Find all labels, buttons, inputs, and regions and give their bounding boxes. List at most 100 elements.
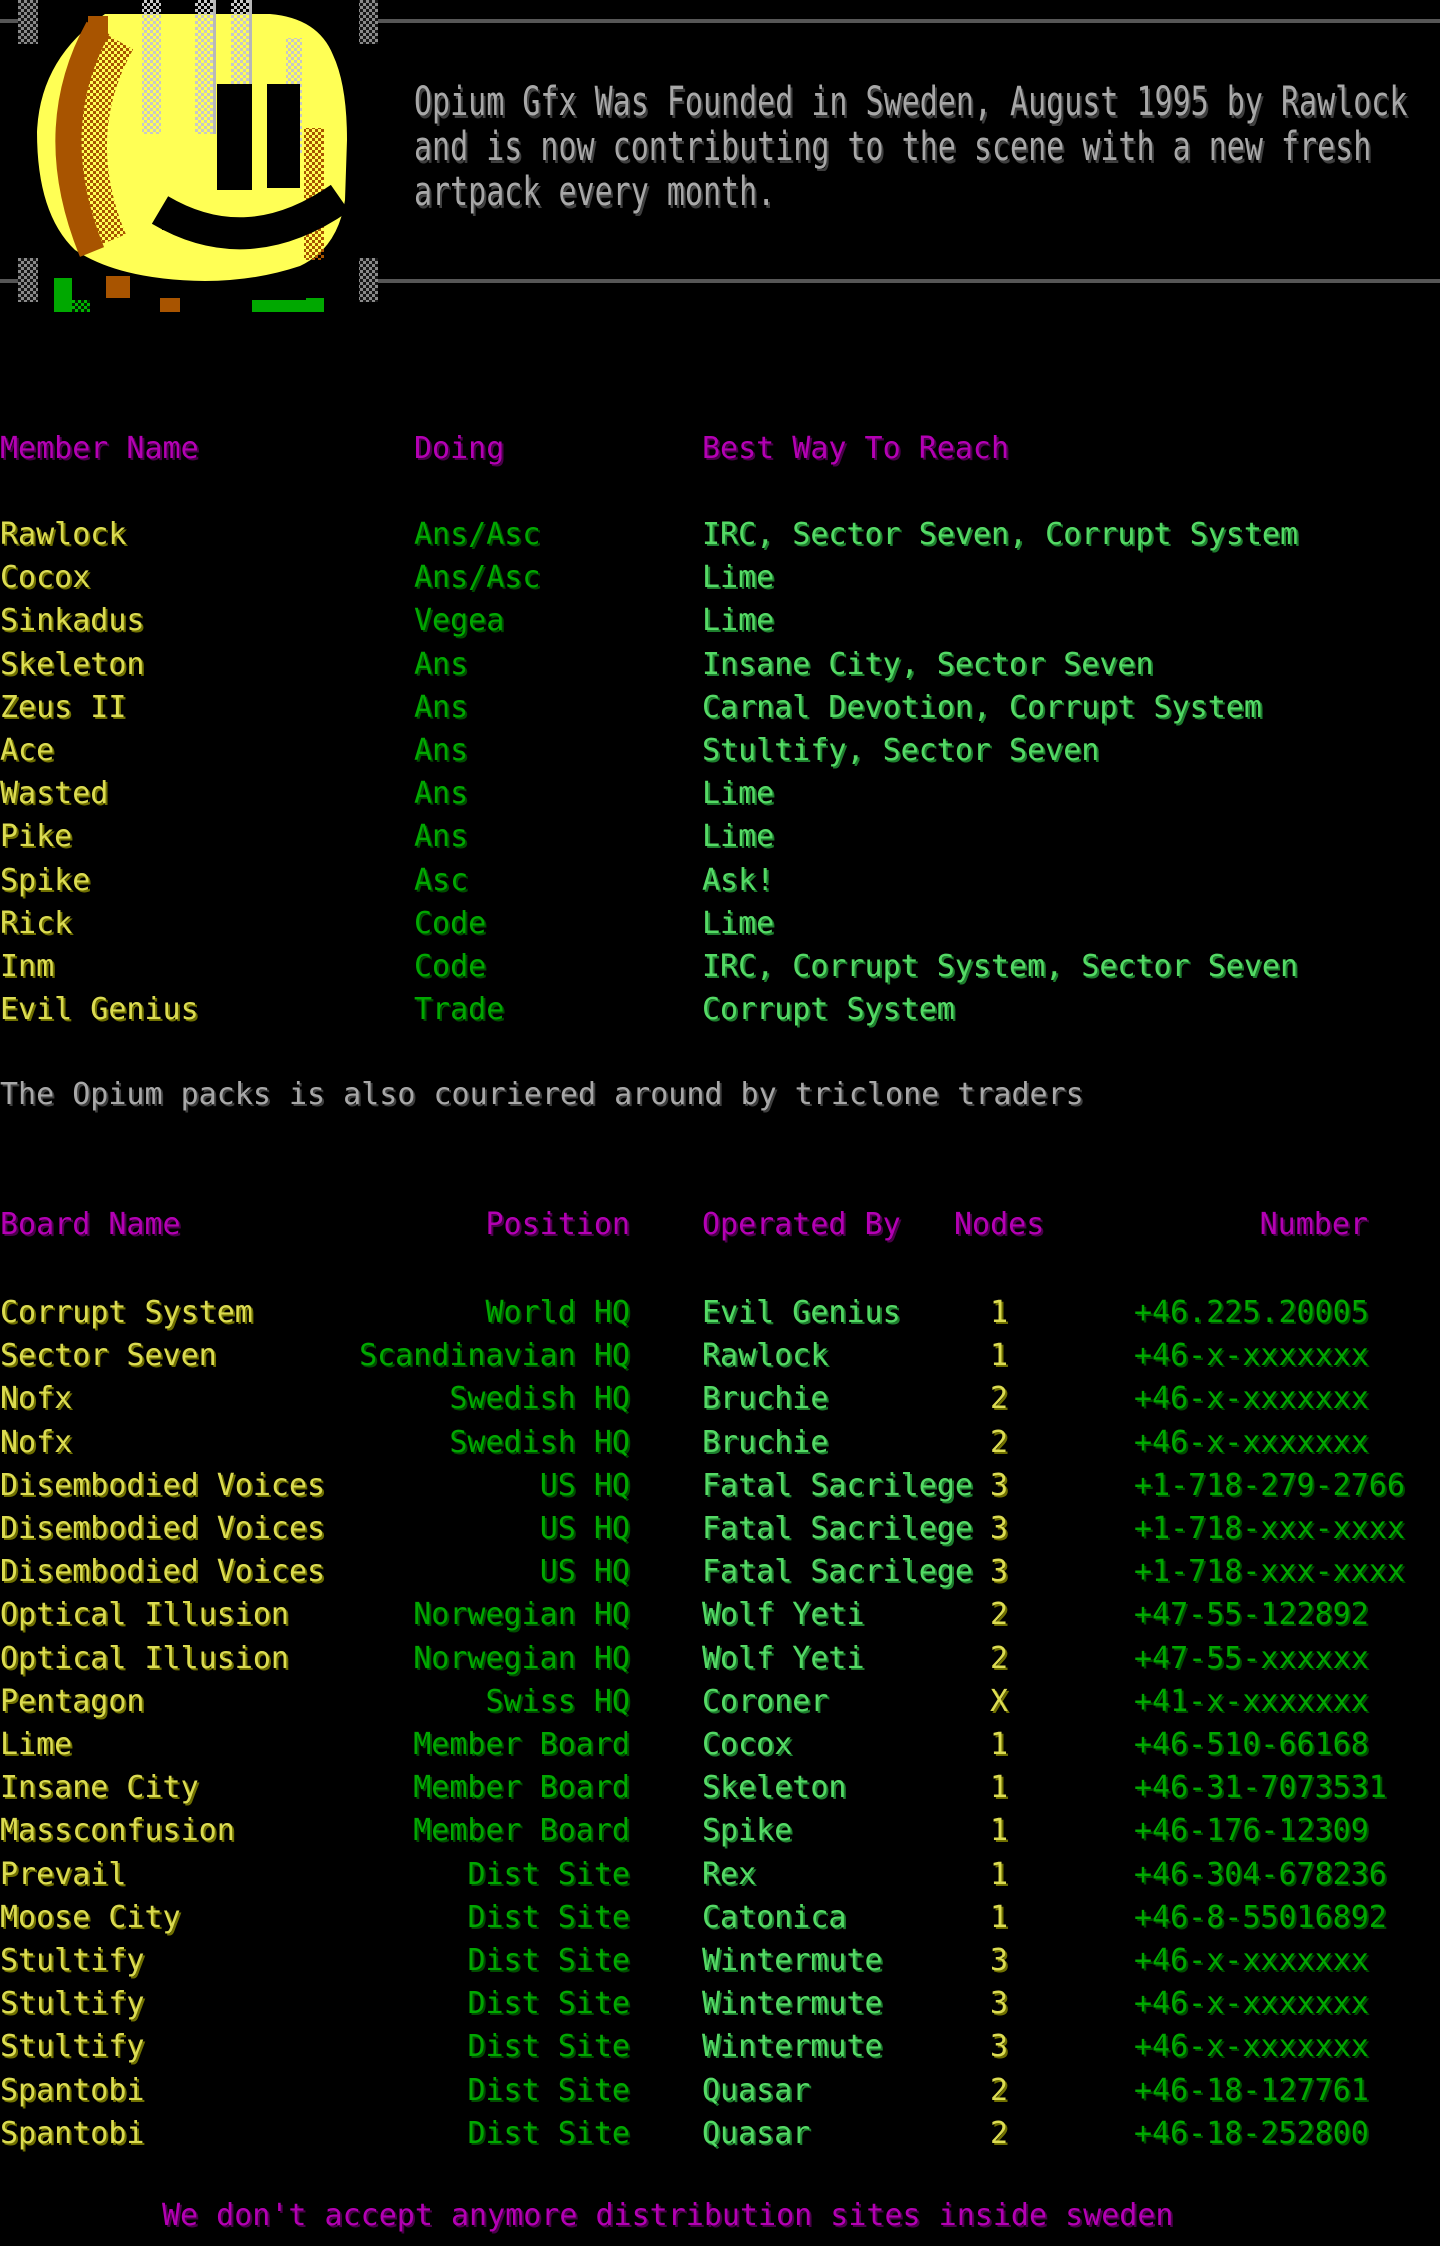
member-reach-cell: Lime xyxy=(702,561,774,595)
board-number-cell: +41-x-xxxxxxx xyxy=(1134,1685,1369,1719)
member-reach-cell: Corrupt System xyxy=(702,993,955,1027)
member-row: AceAnsStultify, Sector Seven xyxy=(0,734,1440,778)
board-number-cell: +46-510-66168 xyxy=(1134,1728,1369,1762)
board-name-cell: Moose City xyxy=(0,1901,181,1935)
board-position-cell: Swedish HQ xyxy=(270,1426,630,1460)
member-doing-cell: Ans/Asc xyxy=(414,561,540,595)
board-operated-cell: Rex xyxy=(702,1858,756,1892)
leaf-dither xyxy=(72,300,90,312)
leaf-band xyxy=(252,300,308,312)
board-nodes-cell: 1 xyxy=(972,1901,1026,1935)
smiley-eye-right xyxy=(267,84,300,188)
board-operated-cell: Quasar xyxy=(702,2074,810,2108)
member-reach-cell: Carnal Devotion, Corrupt System xyxy=(702,691,1262,725)
board-operated-cell: Spike xyxy=(702,1814,792,1848)
board-nodes-cell: 2 xyxy=(972,1382,1026,1416)
member-header-doing: Doing xyxy=(414,432,504,466)
board-number-cell: +46-x-xxxxxxx xyxy=(1134,1382,1369,1416)
board-number-cell: +46-176-12309 xyxy=(1134,1814,1369,1848)
member-doing-cell: Ans xyxy=(414,777,468,811)
board-row: Corrupt SystemWorld HQEvil Genius1+46.22… xyxy=(0,1296,1440,1340)
board-name-cell: Insane City xyxy=(0,1771,199,1805)
board-header-name: Board Name xyxy=(0,1208,181,1242)
board-number-cell: +46-31-7073531 xyxy=(1134,1771,1387,1805)
board-operated-cell: Quasar xyxy=(702,2117,810,2151)
board-row: SpantobiDist SiteQuasar2+46-18-252800 xyxy=(0,2117,1440,2161)
board-name-cell: Nofx xyxy=(0,1382,72,1416)
board-position-cell: Norwegian HQ xyxy=(270,1598,630,1632)
board-name-cell: Spantobi xyxy=(0,2074,145,2108)
member-row: SkeletonAnsInsane City, Sector Seven xyxy=(0,648,1440,692)
member-name-cell: Wasted xyxy=(0,777,108,811)
board-position-cell: Scandinavian HQ xyxy=(270,1339,630,1373)
member-reach-cell: IRC, Corrupt System, Sector Seven xyxy=(702,950,1298,984)
board-nodes-cell: 3 xyxy=(972,1469,1026,1503)
board-row: Optical IllusionNorwegian HQWolf Yeti2+4… xyxy=(0,1598,1440,1642)
board-row: Disembodied VoicesUS HQFatal Sacrilege3+… xyxy=(0,1469,1440,1513)
board-operated-cell: Skeleton xyxy=(702,1771,847,1805)
board-header-nodes: Nodes xyxy=(954,1208,1044,1242)
footer-note: We don't accept anymore distribution sit… xyxy=(162,2199,1173,2233)
board-nodes-cell: 1 xyxy=(972,1296,1026,1330)
board-number-cell: +47-55-122892 xyxy=(1134,1598,1369,1632)
board-row: SpantobiDist SiteQuasar2+46-18-127761 xyxy=(0,2074,1440,2118)
member-row: RawlockAns/AscIRC, Sector Seven, Corrupt… xyxy=(0,518,1440,562)
leaf-block xyxy=(54,278,72,312)
board-header-position: Position xyxy=(270,1208,630,1242)
board-position-cell: Member Board xyxy=(270,1771,630,1805)
board-nodes-cell: 1 xyxy=(972,1858,1026,1892)
board-operated-cell: Bruchie xyxy=(702,1382,828,1416)
board-position-cell: Dist Site xyxy=(270,1858,630,1892)
member-reach-cell: Lime xyxy=(702,777,774,811)
smiley-highlight xyxy=(142,0,161,134)
board-nodes-cell: 1 xyxy=(972,1814,1026,1848)
member-reach-cell: IRC, Sector Seven, Corrupt System xyxy=(702,518,1298,552)
board-nodes-cell: X xyxy=(972,1685,1026,1719)
board-row: Sector SevenScandinavian HQRawlock1+46-x… xyxy=(0,1339,1440,1383)
board-number-cell: +46-x-xxxxxxx xyxy=(1134,1944,1369,1978)
board-position-cell: US HQ xyxy=(270,1469,630,1503)
board-name-cell: Massconfusion xyxy=(0,1814,235,1848)
board-header-operated: Operated By xyxy=(702,1208,901,1242)
board-row: Disembodied VoicesUS HQFatal Sacrilege3+… xyxy=(0,1512,1440,1556)
board-position-cell: Swedish HQ xyxy=(270,1382,630,1416)
board-row: NofxSwedish HQBruchie2+46-x-xxxxxxx xyxy=(0,1426,1440,1470)
board-operated-cell: Coroner xyxy=(702,1685,828,1719)
board-operated-cell: Wintermute xyxy=(702,2030,883,2064)
board-nodes-cell: 2 xyxy=(972,1598,1026,1632)
board-operated-cell: Wolf Yeti xyxy=(702,1598,865,1632)
board-row: StultifyDist SiteWintermute3+46-x-xxxxxx… xyxy=(0,1944,1440,1988)
board-position-cell: Dist Site xyxy=(270,1901,630,1935)
board-nodes-cell: 3 xyxy=(972,1512,1026,1546)
board-position-cell: Dist Site xyxy=(270,1987,630,2021)
pole-icon xyxy=(359,258,378,302)
member-doing-cell: Ans xyxy=(414,691,468,725)
smiley-highlight-line xyxy=(213,0,216,134)
board-position-cell: Dist Site xyxy=(270,2030,630,2064)
board-position-cell: Member Board xyxy=(270,1728,630,1762)
smiley-eye-left xyxy=(217,84,252,190)
member-row: SinkadusVegeaLime xyxy=(0,604,1440,648)
board-name-cell: Stultify xyxy=(0,1944,145,1978)
board-row: Optical IllusionNorwegian HQWolf Yeti2+4… xyxy=(0,1642,1440,1686)
rule-bottom-left xyxy=(0,279,19,283)
board-nodes-cell: 2 xyxy=(972,1642,1026,1676)
intro-line: and is now contributing to the scene wit… xyxy=(414,125,1371,171)
rule-top-left xyxy=(0,19,19,23)
board-header-number: Number xyxy=(1134,1208,1368,1242)
leaf-block xyxy=(306,298,324,312)
board-number-cell: +46-18-252800 xyxy=(1134,2117,1369,2151)
member-row: Evil GeniusTradeCorrupt System xyxy=(0,993,1440,1037)
rule-top-right xyxy=(378,19,1440,23)
member-name-cell: Skeleton xyxy=(0,648,145,682)
member-name-cell: Rawlock xyxy=(0,518,126,552)
member-row: CocoxAns/AscLime xyxy=(0,561,1440,605)
board-number-cell: +46-18-127761 xyxy=(1134,2074,1369,2108)
board-nodes-cell: 2 xyxy=(972,2117,1026,2151)
board-name-cell: Prevail xyxy=(0,1858,126,1892)
board-name-cell: Spantobi xyxy=(0,2117,145,2151)
rule-bottom-right xyxy=(378,279,1440,283)
member-name-cell: Rick xyxy=(0,907,72,941)
board-number-cell: +46-8-55016892 xyxy=(1134,1901,1387,1935)
board-number-cell: +1-718-xxx-xxxx xyxy=(1134,1555,1405,1589)
